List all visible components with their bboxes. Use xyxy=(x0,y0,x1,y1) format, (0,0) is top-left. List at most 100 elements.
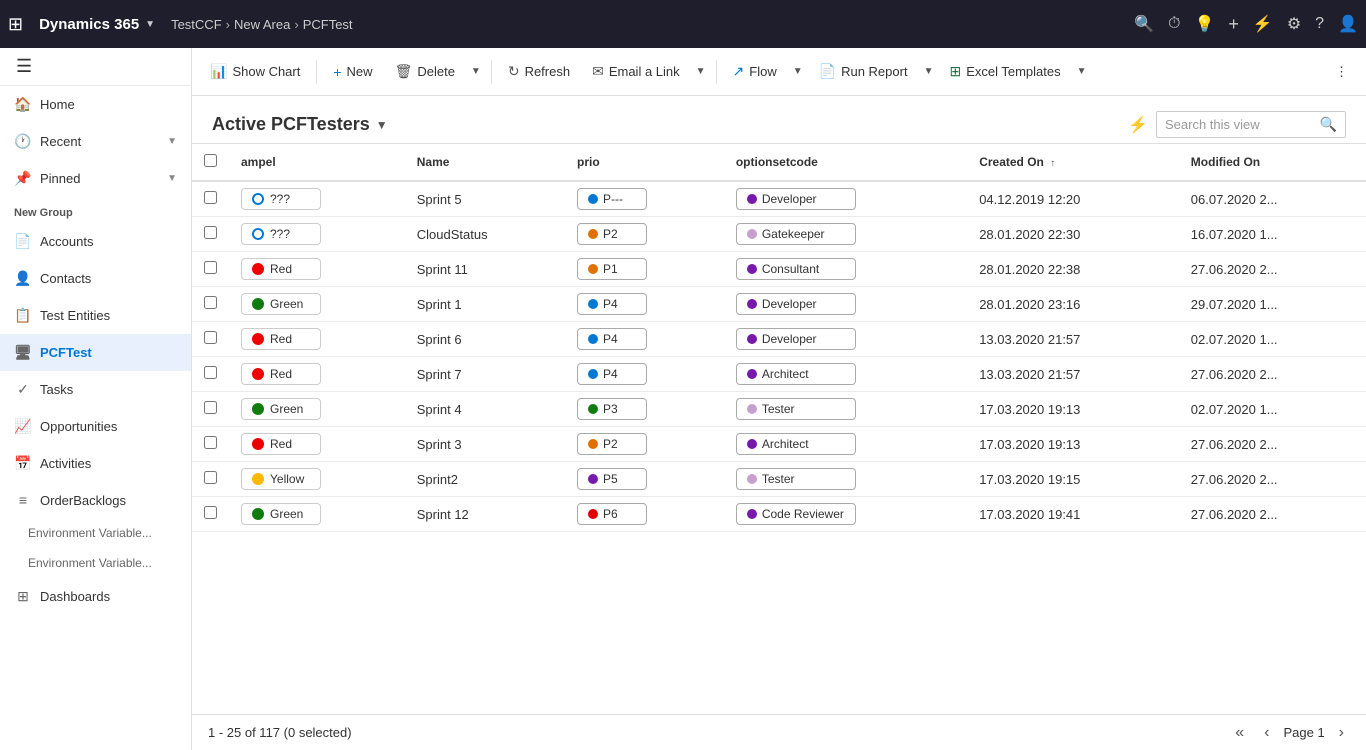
col-optionsetcode[interactable]: optionsetcode xyxy=(724,144,967,181)
table-row[interactable]: Red Sprint 11 P1 Consultant 28.01.2020 2… xyxy=(192,252,1366,287)
row-checkbox[interactable] xyxy=(204,226,217,239)
prev-page-button[interactable]: ‹ xyxy=(1258,722,1275,744)
sidebar-item-activities[interactable]: 📅 Activities xyxy=(0,445,191,482)
option-cell: Tester xyxy=(724,462,967,497)
settings-icon[interactable]: ⚙ xyxy=(1287,14,1301,34)
name-cell[interactable]: Sprint2 xyxy=(405,462,565,497)
help-icon[interactable]: ? xyxy=(1315,15,1324,33)
sidebar-item-test-entities[interactable]: 📋 Test Entities xyxy=(0,297,191,334)
user-icon[interactable]: 👤 xyxy=(1338,14,1358,34)
more-button[interactable]: ⋮ xyxy=(1325,58,1358,86)
prio-badge: P6 xyxy=(577,503,647,525)
sidebar-item-env-var1[interactable]: Environment Variable... xyxy=(0,518,191,548)
option-badge: Tester xyxy=(736,398,856,420)
prio-label: P1 xyxy=(603,262,618,276)
name-cell[interactable]: Sprint 1 xyxy=(405,287,565,322)
table-row[interactable]: Red Sprint 6 P4 Developer 13.03.2020 21:… xyxy=(192,322,1366,357)
table-row[interactable]: ??? Sprint 5 P--- Developer 04.12.2019 1… xyxy=(192,181,1366,217)
sidebar-pinned-label: Pinned xyxy=(40,171,80,186)
view-title-caret[interactable]: ▼ xyxy=(376,118,388,132)
delete-caret-button[interactable]: ▼ xyxy=(467,60,485,83)
select-all-checkbox[interactable] xyxy=(204,154,217,167)
opt-dot xyxy=(747,439,757,449)
name-cell[interactable]: CloudStatus xyxy=(405,217,565,252)
table-row[interactable]: Red Sprint 3 P2 Architect 17.03.2020 19:… xyxy=(192,427,1366,462)
refresh-button[interactable]: ↻ Refresh xyxy=(498,57,580,86)
filter-icon-top[interactable]: ⚡ xyxy=(1253,14,1273,34)
sidebar-item-pinned[interactable]: 📌 Pinned ▼ xyxy=(0,160,191,197)
sidebar-item-order-backlogs[interactable]: ≡ OrderBacklogs xyxy=(0,482,191,518)
search-submit-icon[interactable]: 🔍 xyxy=(1320,116,1337,133)
flow-button[interactable]: ↗ Flow xyxy=(723,57,787,86)
row-checkbox[interactable] xyxy=(204,506,217,519)
flow-caret-button[interactable]: ▼ xyxy=(789,60,807,83)
email-link-button[interactable]: ✉ Email a Link xyxy=(582,57,690,86)
sidebar-test-entities-label: Test Entities xyxy=(40,308,110,323)
prio-badge: P4 xyxy=(577,328,647,350)
col-modified-on[interactable]: Modified On xyxy=(1179,144,1366,181)
waffle-icon[interactable]: ⊞ xyxy=(8,14,23,35)
excel-caret-button[interactable]: ▼ xyxy=(1073,60,1091,83)
col-created-on[interactable]: Created On ↑ xyxy=(967,144,1179,181)
sidebar-item-opportunities[interactable]: 📈 Opportunities xyxy=(0,408,191,445)
filter-icon[interactable]: ⚡ xyxy=(1128,115,1148,135)
row-checkbox[interactable] xyxy=(204,436,217,449)
row-checkbox[interactable] xyxy=(204,401,217,414)
run-report-button[interactable]: 📄 Run Report xyxy=(809,57,918,86)
table-row[interactable]: Green Sprint 12 P6 Code Reviewer 17.03.2… xyxy=(192,497,1366,532)
first-page-button[interactable]: « xyxy=(1229,722,1250,744)
ampel-dot xyxy=(252,333,264,345)
name-cell[interactable]: Sprint 3 xyxy=(405,427,565,462)
option-badge: Developer xyxy=(736,328,856,350)
sidebar-item-tasks[interactable]: ✓ Tasks xyxy=(0,371,191,408)
sidebar-item-accounts[interactable]: 📄 Accounts xyxy=(0,223,191,260)
delete-button[interactable]: 🗑 Delete xyxy=(385,57,465,86)
row-checkbox-cell xyxy=(192,497,229,532)
col-prio[interactable]: prio xyxy=(565,144,724,181)
email-caret-button[interactable]: ▼ xyxy=(692,60,710,83)
lightbulb-icon[interactable]: 💡 xyxy=(1194,14,1214,34)
row-checkbox[interactable] xyxy=(204,296,217,309)
ampel-cell: Red xyxy=(229,427,405,462)
refresh-label: Refresh xyxy=(525,64,571,79)
new-button[interactable]: + New xyxy=(323,58,382,86)
row-checkbox[interactable] xyxy=(204,261,217,274)
col-name[interactable]: Name xyxy=(405,144,565,181)
search-box[interactable]: 🔍 xyxy=(1156,111,1346,138)
excel-templates-button[interactable]: ⊞ Excel Templates xyxy=(939,57,1070,86)
clock-icon[interactable]: ⏱ xyxy=(1168,15,1180,33)
row-checkbox-cell xyxy=(192,217,229,252)
sidebar-item-home[interactable]: 🏠 Home xyxy=(0,86,191,123)
table-row[interactable]: Yellow Sprint2 P5 Tester 17.03.2020 19:1… xyxy=(192,462,1366,497)
sidebar-item-contacts[interactable]: 👤 Contacts xyxy=(0,260,191,297)
name-cell[interactable]: Sprint 11 xyxy=(405,252,565,287)
name-cell[interactable]: Sprint 7 xyxy=(405,357,565,392)
row-checkbox[interactable] xyxy=(204,191,217,204)
search-input[interactable] xyxy=(1165,117,1316,132)
name-cell[interactable]: Sprint 5 xyxy=(405,181,565,217)
table-row[interactable]: Red Sprint 7 P4 Architect 13.03.2020 21:… xyxy=(192,357,1366,392)
add-icon[interactable]: + xyxy=(1228,14,1239,35)
hamburger-icon[interactable]: ☰ xyxy=(12,52,36,80)
table-row[interactable]: Green Sprint 1 P4 Developer 28.01.2020 2… xyxy=(192,287,1366,322)
sidebar-item-dashboards[interactable]: ⊞ Dashboards xyxy=(0,578,191,615)
next-page-button[interactable]: › xyxy=(1333,722,1350,744)
table-row[interactable]: ??? CloudStatus P2 Gatekeeper 28.01.2020… xyxy=(192,217,1366,252)
name-cell[interactable]: Sprint 6 xyxy=(405,322,565,357)
report-caret-button[interactable]: ▼ xyxy=(920,60,938,83)
brand-caret[interactable]: ▼ xyxy=(145,19,155,30)
row-checkbox[interactable] xyxy=(204,331,217,344)
sidebar-item-env-var2[interactable]: Environment Variable... xyxy=(0,548,191,578)
col-ampel[interactable]: ampel xyxy=(229,144,405,181)
name-cell[interactable]: Sprint 4 xyxy=(405,392,565,427)
sidebar-item-pcftest[interactable]: 🖥 PCFTest xyxy=(0,334,191,371)
row-checkbox[interactable] xyxy=(204,471,217,484)
table-row[interactable]: Green Sprint 4 P3 Tester 17.03.2020 19:1… xyxy=(192,392,1366,427)
show-chart-button[interactable]: 📊 Show Chart xyxy=(200,57,310,86)
sidebar-item-recent[interactable]: 🕐 Recent ▼ xyxy=(0,123,191,160)
tasks-icon: ✓ xyxy=(14,381,32,398)
search-icon[interactable]: 🔍 xyxy=(1134,14,1154,34)
ampel-dot xyxy=(252,473,264,485)
row-checkbox[interactable] xyxy=(204,366,217,379)
name-cell[interactable]: Sprint 12 xyxy=(405,497,565,532)
